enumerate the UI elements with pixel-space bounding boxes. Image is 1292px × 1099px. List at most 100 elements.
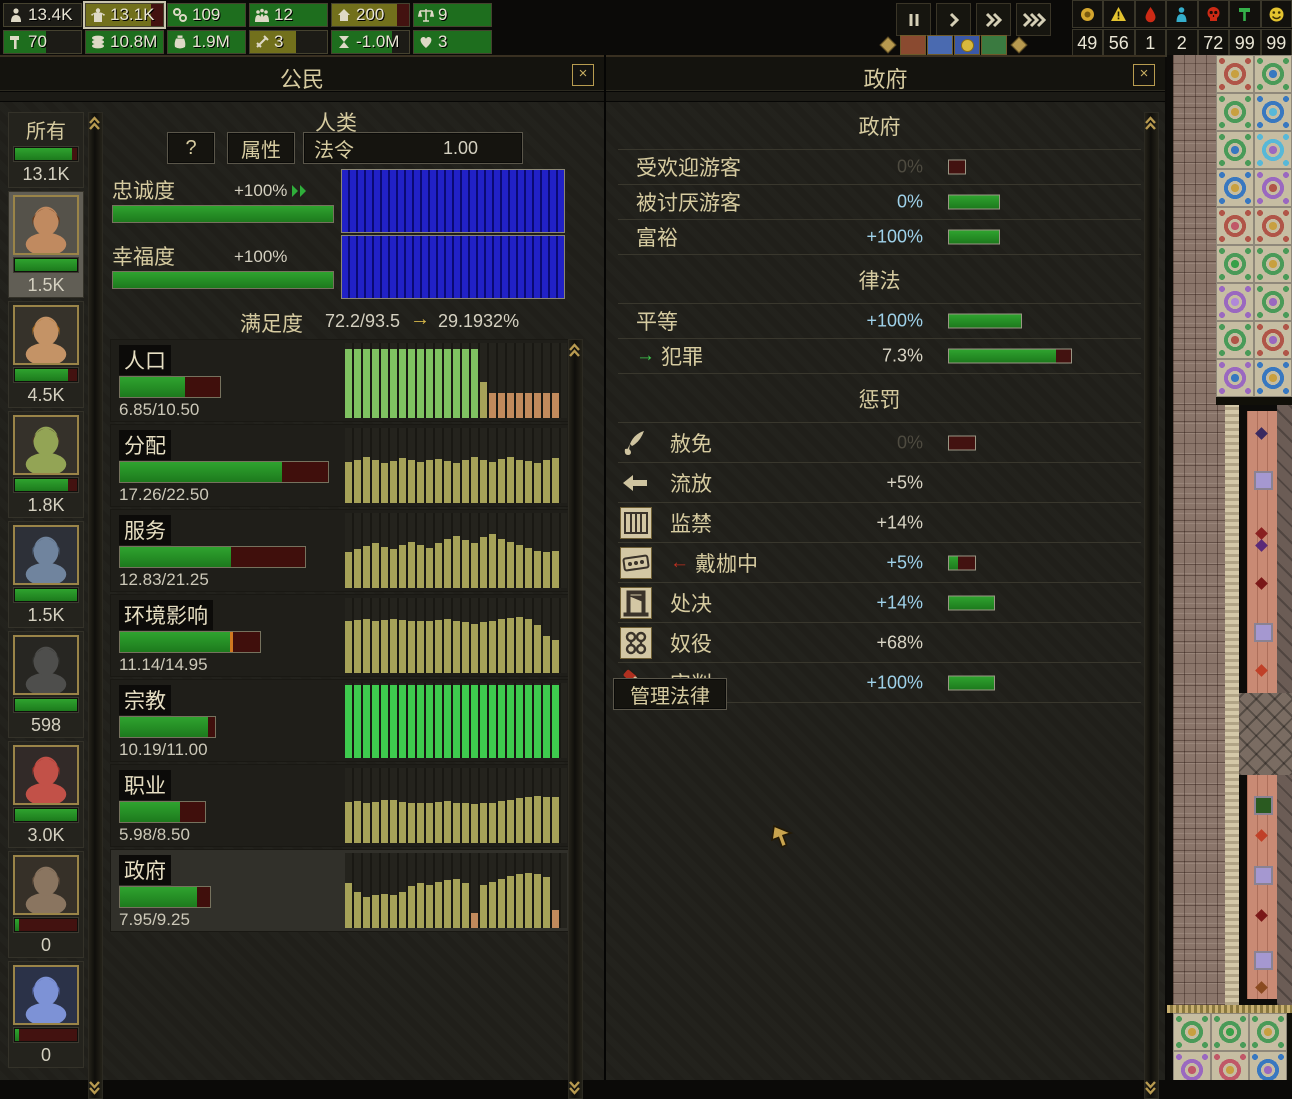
play-button[interactable]: [936, 3, 971, 36]
game-map-viewport[interactable]: [1167, 55, 1292, 1080]
manage-laws-button[interactable]: 管理法律: [613, 678, 727, 710]
hist-bar: [408, 685, 415, 758]
satisfaction-row-职业[interactable]: 职业5.98/8.50: [110, 764, 572, 847]
hist-bar: [534, 685, 541, 758]
hist-bar: [381, 547, 388, 588]
mosaic-tile: [1216, 245, 1254, 283]
satisfaction-value: 6.85/10.50: [119, 400, 199, 420]
sidebar-race-cretonian[interactable]: 4.5K: [8, 301, 84, 408]
scroll-down-icon[interactable]: [89, 1079, 100, 1095]
law-label: ←戴枷中: [670, 548, 758, 578]
satisfaction-row-服务[interactable]: 服务12.83/21.25: [110, 509, 572, 592]
resource-house[interactable]: 200: [331, 3, 410, 27]
alert-warning[interactable]: 56: [1103, 0, 1135, 58]
hist-bar: [399, 349, 406, 418]
sidebar-race-garthimi[interactable]: 1.5K: [8, 521, 84, 628]
resource-hourglass[interactable]: -1.0M: [331, 30, 410, 54]
law-row-赦免[interactable]: 赦免0%: [618, 423, 1141, 462]
resource-value: 1.9M: [192, 32, 230, 52]
hist-bar: [498, 459, 505, 503]
resource-crowd[interactable]: 12: [249, 3, 328, 27]
resource-chain[interactable]: 109: [167, 3, 246, 27]
decree-button[interactable]: 法令 1.00: [303, 132, 523, 164]
resource-citizen[interactable]: 13.4K: [3, 3, 82, 27]
law-row-流放[interactable]: 流放+5%: [618, 462, 1141, 502]
scroll-up-icon[interactable]: [89, 116, 100, 132]
law-row-平等[interactable]: 平等+100%: [618, 304, 1141, 338]
hist-bar: [453, 463, 460, 504]
satisfaction-row-政府[interactable]: 政府7.95/9.25: [110, 849, 572, 932]
hist-bar: [372, 802, 379, 843]
law-row-犯罪[interactable]: →犯罪7.3%: [618, 338, 1141, 373]
resource-value: 3: [274, 32, 283, 52]
help-button[interactable]: ?: [167, 132, 215, 164]
race-population-bar: [14, 1028, 78, 1042]
scroll-down-icon[interactable]: [569, 1079, 580, 1095]
law-row-奴役[interactable]: 奴役+68%: [618, 622, 1141, 662]
resource-heart[interactable]: 3: [413, 30, 492, 54]
population-icon: [90, 7, 106, 23]
medal-icon: [1072, 0, 1104, 28]
alert-happiness[interactable]: 99: [1261, 0, 1292, 58]
scroll-up-icon[interactable]: [569, 343, 580, 359]
scroll-down-icon[interactable]: [1145, 1079, 1156, 1095]
law-row-被讨厌游客[interactable]: 被讨厌游客0%: [618, 184, 1141, 219]
satisfaction-row-分配[interactable]: 分配17.26/22.50: [110, 424, 572, 507]
sidebar-race-tilapi[interactable]: 3.0K: [8, 741, 84, 848]
resource-population[interactable]: 13.1K: [85, 3, 164, 27]
sidebar-race-bluemorph[interactable]: 0: [8, 961, 84, 1068]
banner-thumbnail: [954, 35, 980, 55]
sidebar-item-all[interactable]: 所有 13.1K: [8, 112, 84, 188]
scroll-up-icon[interactable]: [1145, 116, 1156, 132]
alert-medal[interactable]: 49: [1072, 0, 1104, 58]
resource-sword[interactable]: 3: [249, 30, 328, 54]
hist-bar: [444, 685, 451, 758]
hist-bar: [363, 457, 370, 504]
sidebar-race-cantor[interactable]: 0: [8, 851, 84, 958]
satisfaction-row-环境影响[interactable]: 环境影响11.14/14.95: [110, 594, 572, 677]
hist-bar: [399, 802, 406, 843]
citizens-close-button[interactable]: ×: [572, 64, 594, 86]
hist-bar: [408, 542, 415, 589]
law-row-受欢迎游客[interactable]: 受欢迎游客0%: [618, 150, 1141, 184]
hist-bar: [516, 393, 523, 418]
sidebar-race-dondorian[interactable]: 598: [8, 631, 84, 738]
sidebar-race-amevia[interactable]: 1.8K: [8, 411, 84, 518]
hist-bar: [552, 458, 559, 503]
fastest-forward-icon: [1022, 12, 1046, 28]
government-scrollbar[interactable]: [1144, 112, 1159, 1099]
coin-icon: [961, 39, 974, 52]
alert-immigrant[interactable]: 2: [1166, 0, 1198, 58]
satisfaction-row-人口[interactable]: 人口6.85/10.50: [110, 339, 572, 422]
list-scrollbar[interactable]: [568, 339, 583, 1099]
attributes-button[interactable]: 属性: [227, 132, 295, 164]
hist-bar: [480, 622, 487, 673]
resource-scales[interactable]: 9: [413, 3, 492, 27]
hist-bar: [399, 545, 406, 588]
law-row-戴枷中[interactable]: ←戴枷中+5%: [618, 542, 1141, 582]
hist-bar: [534, 551, 541, 589]
alert-builder[interactable]: 99: [1229, 0, 1261, 58]
law-label: 监禁: [670, 508, 712, 538]
satisfaction-history-chart: [345, 598, 567, 673]
alert-death-skull[interactable]: 72: [1198, 0, 1230, 58]
fastest-forward-button[interactable]: [1016, 3, 1051, 36]
satisfaction-row-宗教[interactable]: 宗教10.19/11.00: [110, 679, 572, 762]
law-row-富裕[interactable]: 富裕+100%: [618, 219, 1141, 254]
hist-bar: [453, 621, 460, 674]
resource-coins[interactable]: 10.8M: [85, 30, 164, 54]
slavery-icon: [620, 627, 652, 659]
sidebar-race-human[interactable]: 1.5K: [8, 191, 84, 298]
law-row-监禁[interactable]: 监禁+14%: [618, 502, 1141, 542]
hist-bar: [390, 895, 397, 928]
government-close-button[interactable]: ×: [1133, 64, 1155, 86]
alert-blood-drop[interactable]: 1: [1135, 0, 1167, 58]
resource-hammer[interactable]: 70: [3, 30, 82, 54]
hist-bar: [525, 461, 532, 503]
pause-button[interactable]: [896, 3, 931, 36]
fast-forward-button[interactable]: [976, 3, 1011, 36]
sidebar-scrollbar[interactable]: [88, 112, 103, 1099]
resource-sack[interactable]: 1.9M: [167, 30, 246, 54]
hist-bar: [453, 879, 460, 929]
law-row-处决[interactable]: 处决+14%: [618, 582, 1141, 622]
